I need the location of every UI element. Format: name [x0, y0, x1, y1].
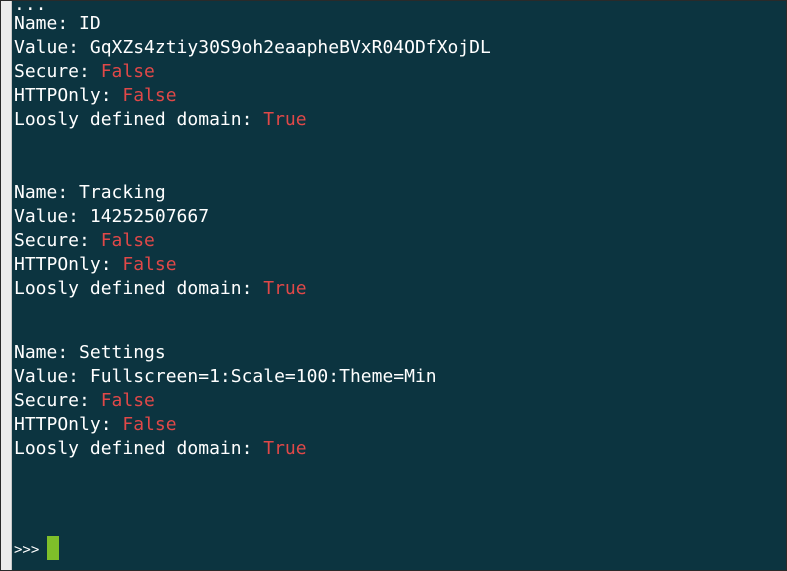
secure-value: False — [100, 230, 155, 251]
cookie-3-name: Name: Settings — [14, 342, 166, 363]
cookie-3-httponly: HTTPOnly: False — [14, 413, 177, 437]
secure-label: Secure: — [14, 390, 101, 411]
cookie-2-loose-domain: Loosly defined domain: True — [14, 277, 307, 301]
secure-label: Secure: — [14, 61, 101, 82]
secure-value: False — [100, 61, 155, 82]
cookie-2-secure: Secure: False — [14, 229, 155, 253]
loose-domain-label: Loosly defined domain: — [14, 438, 264, 459]
text-cursor — [47, 536, 60, 560]
httponly-value: False — [122, 85, 177, 106]
window-frame: ... Name: ID Value: GqXZs4ztiy30S9oh2eaa… — [0, 0, 787, 571]
cookie-2-value: Value: 14252507667 — [14, 206, 210, 227]
cookie-1-name: Name: ID — [14, 13, 101, 34]
loose-domain-value: True — [263, 438, 307, 459]
cookie-1-value: Value: GqXZs4ztiy30S9oh2eaapheBVxR04ODfX… — [14, 37, 491, 58]
cookie-3-value: Value: Fullscreen=1:Scale=100:Theme=Min — [14, 366, 437, 387]
loose-domain-label: Loosly defined domain: — [14, 109, 264, 130]
httponly-value: False — [122, 254, 177, 275]
httponly-label: HTTPOnly: — [14, 254, 123, 275]
loose-domain-value: True — [263, 278, 307, 299]
cookie-1-loose-domain: Loosly defined domain: True — [14, 108, 307, 132]
loose-domain-label: Loosly defined domain: — [14, 278, 264, 299]
cookie-1-secure: Secure: False — [14, 60, 155, 84]
cookie-3-secure: Secure: False — [14, 389, 155, 413]
loose-domain-value: True — [263, 109, 307, 130]
cookie-2-httponly: HTTPOnly: False — [14, 253, 177, 277]
window-left-border — [1, 1, 12, 570]
httponly-label: HTTPOnly: — [14, 414, 123, 435]
terminal-output[interactable]: ... Name: ID Value: GqXZs4ztiy30S9oh2eaa… — [12, 1, 786, 570]
prompt-symbol: >>> — [14, 542, 40, 558]
secure-value: False — [100, 390, 155, 411]
prompt-line[interactable]: >>> — [14, 536, 60, 561]
cookie-3-loose-domain: Loosly defined domain: True — [14, 437, 307, 461]
cookie-2-name: Name: Tracking — [14, 182, 166, 203]
httponly-value: False — [122, 414, 177, 435]
cookie-1-httponly: HTTPOnly: False — [14, 84, 177, 108]
httponly-label: HTTPOnly: — [14, 85, 123, 106]
secure-label: Secure: — [14, 230, 101, 251]
